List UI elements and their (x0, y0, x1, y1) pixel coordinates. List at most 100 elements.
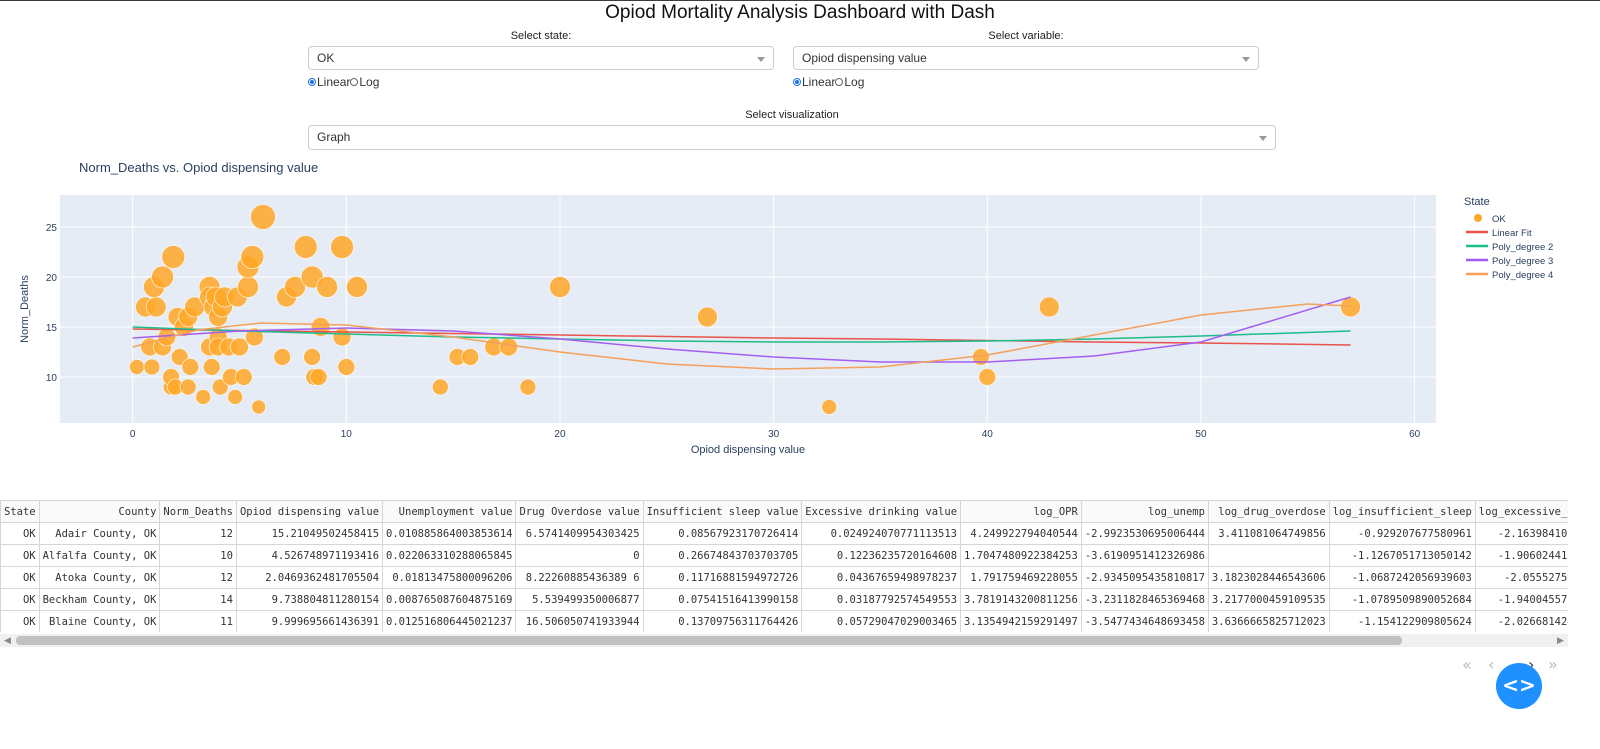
table-cell[interactable]: 9.999695661436391 (235, 610, 384, 632)
table-cell[interactable]: -2.026681424 (1474, 610, 1568, 632)
scroll-thumb[interactable] (16, 636, 1402, 645)
table-cell[interactable]: 10 (159, 544, 237, 567)
table-header-cell[interactable]: log_unemp (1080, 500, 1209, 523)
table-cell[interactable]: -1.1267051713050142 (1328, 544, 1476, 567)
variable-dropdown[interactable]: Opiod dispensing value (793, 46, 1259, 70)
table-cell[interactable]: 15.21049502458415 (235, 522, 384, 545)
scatter-point (499, 337, 518, 357)
table-cell[interactable]: OK (0, 544, 40, 567)
table-cell[interactable]: Alfalfa County, OK (38, 544, 161, 567)
table-cell[interactable]: -3.2311828465369468 (1080, 588, 1209, 611)
table-cell[interactable]: Adair County, OK (38, 522, 161, 545)
table-cell[interactable]: 3.2177000459109535 (1207, 588, 1330, 611)
table-cell[interactable]: -1.0687242056939603 (1328, 566, 1476, 589)
table-header-cell[interactable]: Opiod dispensing value (235, 500, 384, 523)
table-cell[interactable]: OK (0, 566, 40, 589)
table-cell[interactable]: 8.22260885436389 6 (515, 566, 644, 589)
table-cell[interactable]: 0.008765087604875169 (382, 588, 517, 611)
visualization-dropdown[interactable]: Graph (308, 125, 1276, 150)
variable-log-label: Log (844, 75, 865, 89)
table-cell[interactable]: Atoka County, OK (38, 566, 161, 589)
table-cell[interactable]: -3.6190951412326986 (1080, 544, 1209, 567)
table-cell[interactable]: 0.08567923170726414 (642, 522, 803, 545)
table-cell[interactable]: 3.411081064749856 (1207, 522, 1330, 545)
table-cell[interactable]: 0.04367659498978237 (801, 566, 962, 589)
table-cell[interactable] (1207, 544, 1330, 567)
table-cell[interactable]: -1.940045572 (1474, 588, 1568, 611)
table-header-cell[interactable]: log_excessive_d (1474, 500, 1568, 523)
table-cell[interactable]: Blaine County, OK (38, 610, 161, 632)
table-cell[interactable]: 3.1354942159291497 (960, 610, 1082, 632)
table-cell[interactable]: 0.012516806445021237 (382, 610, 517, 632)
table-cell[interactable]: -2.163984102 (1474, 522, 1568, 545)
table-cell[interactable]: -2.9345095435810817 (1080, 566, 1209, 589)
table-cell[interactable]: 0.03187792574549553 (801, 588, 962, 611)
variable-log-radio[interactable] (835, 78, 844, 86)
table-cell[interactable]: Beckham County, OK (38, 588, 161, 611)
table-cell[interactable]: 0.11716881594972726 (642, 566, 803, 589)
table-cell[interactable]: 0.010885864003853614 (382, 522, 517, 545)
table-header-cell[interactable]: Insufficient sleep value (642, 500, 803, 523)
table-cell[interactable]: -1.154122909805624 (1328, 610, 1476, 632)
table-cell[interactable]: 0.05729047029003465 (801, 610, 962, 632)
table-header-cell[interactable]: log_drug_overdose (1207, 500, 1330, 523)
table-cell[interactable]: -2.05552759 (1474, 566, 1568, 589)
table-cell[interactable]: 12 (159, 522, 237, 545)
table-cell[interactable]: 9.738804811280154 (235, 588, 384, 611)
variable-value: Opiod dispensing value (802, 51, 927, 65)
table-cell[interactable]: 16.506050741933944 (515, 610, 644, 632)
state-linear-radio[interactable] (308, 78, 316, 86)
table-cell[interactable]: OK (0, 588, 40, 611)
table-cell[interactable]: 12 (159, 566, 237, 589)
table-cell[interactable]: 0.01813475800096206 (382, 566, 517, 589)
pager-last-button[interactable]: » (1548, 655, 1558, 674)
table-cell[interactable]: -1.906024418 (1474, 544, 1568, 567)
table-cell[interactable]: 0.07541516413990158 (642, 588, 803, 611)
scroll-right-icon[interactable]: ▶ (1557, 636, 1564, 646)
table-cell[interactable]: OK (0, 610, 40, 632)
table-header-cell[interactable]: Unemployment value (382, 500, 517, 523)
table-cell[interactable]: 14 (159, 588, 237, 611)
pager-prev-button[interactable]: ‹ (1488, 655, 1494, 674)
table-header-cell[interactable]: State (0, 500, 40, 523)
state-log-radio[interactable] (350, 78, 359, 86)
scroll-left-icon[interactable]: ◀ (4, 636, 11, 646)
scatter-point (145, 296, 167, 318)
table-cell[interactable]: 1.7047480922384253 (960, 544, 1082, 567)
variable-linear-radio[interactable] (793, 78, 801, 86)
scatter-point (978, 368, 997, 386)
state-dropdown[interactable]: OK (308, 46, 774, 70)
table-cell[interactable]: 3.1823028446543606 (1207, 566, 1330, 589)
table-cell[interactable]: 0.26674843703703705 (642, 544, 803, 567)
table-cell[interactable]: -0.929207677580961 (1328, 522, 1476, 545)
table-cell[interactable]: -2.9923530695006444 (1080, 522, 1209, 545)
table-cell[interactable]: -1.0789509890052684 (1328, 588, 1476, 611)
table-cell[interactable]: 3.6366665825712023 (1207, 610, 1330, 632)
table-cell[interactable]: -3.5477434648693458 (1080, 610, 1209, 632)
code-toggle-button[interactable]: <> (1496, 663, 1542, 709)
table-header-cell[interactable]: Norm_Deaths (159, 500, 237, 523)
table-cell[interactable]: 0.13709756311764426 (642, 610, 803, 632)
table-header-cell[interactable]: Drug Overdose value (515, 500, 644, 523)
table-cell[interactable]: 4.526748971193416 (235, 544, 384, 567)
table-cell[interactable]: 0 (515, 544, 644, 567)
table-cell[interactable]: OK (0, 522, 40, 545)
table-cell[interactable]: 11 (159, 610, 237, 632)
table-header-cell[interactable]: Excessive drinking value (801, 500, 962, 523)
table-cell[interactable]: 0.022063310288065845 (382, 544, 517, 567)
table-cell[interactable]: 6.5741409954303425 (515, 522, 644, 545)
scatter-point (461, 348, 480, 366)
table-cell[interactable]: 0.024924070771113513 (801, 522, 962, 545)
table-cell[interactable]: 0.12236235720164608 (801, 544, 962, 567)
x-tick-label: 10 (341, 429, 353, 440)
table-cell[interactable]: 1.791759469228055 (960, 566, 1082, 589)
table-cell[interactable]: 2.0469362481705504 (235, 566, 384, 589)
table-header-cell[interactable]: County (38, 500, 161, 523)
table-header-cell[interactable]: log_OPR (960, 500, 1082, 523)
table-header-cell[interactable]: log_insufficient_sleep (1328, 500, 1476, 523)
table-cell[interactable]: 3.7819143200811256 (960, 588, 1082, 611)
table-cell[interactable]: 5.539499350006877 (515, 588, 644, 611)
pager-first-button[interactable]: « (1462, 655, 1472, 674)
horizontal-scrollbar[interactable]: ◀ ▶ (0, 634, 1568, 647)
table-cell[interactable]: 4.249922794040544 (960, 522, 1082, 545)
